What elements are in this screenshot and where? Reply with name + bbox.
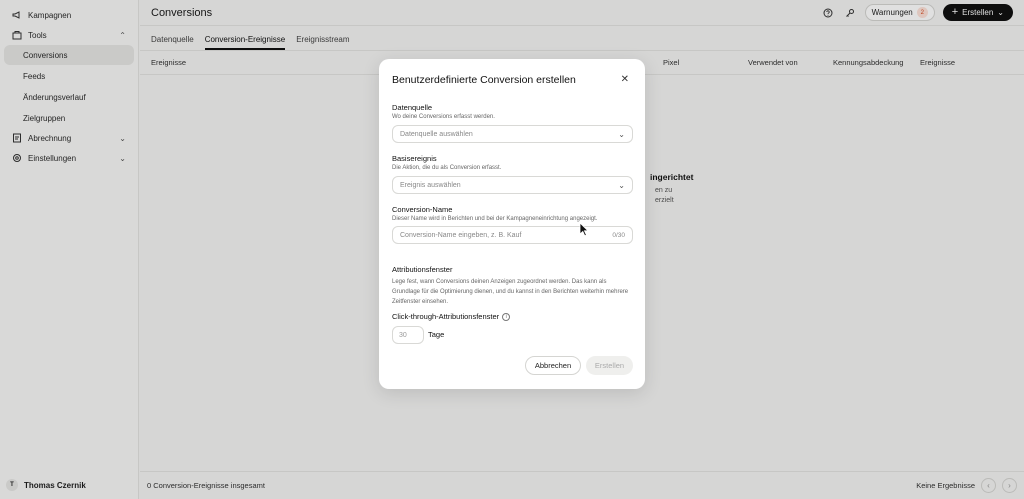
info-icon[interactable]: i — [502, 313, 511, 322]
conversion-name-description: Dieser Name wird in Berichten und bei de… — [392, 216, 598, 222]
basisereignis-label: Basisereignis — [392, 154, 437, 163]
character-counter: 0/30 — [612, 231, 625, 239]
days-unit-label: Tage — [428, 330, 445, 339]
chevron-down-icon: ⌄ — [618, 180, 625, 190]
basisereignis-select[interactable]: Ereignis auswählen ⌄ — [392, 176, 633, 194]
create-conversion-dialog: Benutzerdefinierte Conversion erstellen … — [379, 59, 645, 389]
conversion-name-placeholder: Conversion-Name eingeben, z. B. Kauf — [400, 231, 522, 239]
submit-create-button[interactable]: Erstellen — [586, 356, 633, 375]
datenquelle-placeholder: Datenquelle auswählen — [400, 130, 473, 138]
datenquelle-label: Datenquelle — [392, 103, 433, 112]
attribution-description: Lege fest, wann Conversions deinen Anzei… — [392, 279, 629, 305]
cancel-button[interactable]: Abbrechen — [525, 356, 581, 375]
click-through-label-text: Click-through-Attributionsfenster — [392, 312, 500, 321]
close-icon[interactable]: ✕ — [621, 74, 629, 85]
mouse-cursor-icon — [579, 222, 589, 237]
conversion-name-input[interactable]: Conversion-Name eingeben, z. B. Kauf 0/3… — [392, 226, 633, 244]
basisereignis-description: Die Aktion, die du als Conversion erfass… — [392, 165, 502, 171]
conversion-name-label: Conversion-Name — [392, 205, 453, 214]
attribution-label: Attributionsfenster — [392, 265, 453, 274]
click-through-label: Click-through-Attributionsfenster i — [392, 312, 511, 322]
datenquelle-description: Wo deine Conversions erfasst werden. — [392, 114, 495, 120]
datenquelle-select[interactable]: Datenquelle auswählen ⌄ — [392, 125, 633, 143]
chevron-down-icon: ⌄ — [618, 129, 625, 139]
attribution-days-value: 30 — [399, 331, 407, 339]
attribution-days-input[interactable]: 30 — [392, 326, 424, 344]
dialog-title: Benutzerdefinierte Conversion erstellen — [392, 74, 576, 86]
basisereignis-placeholder: Ereignis auswählen — [400, 181, 461, 189]
